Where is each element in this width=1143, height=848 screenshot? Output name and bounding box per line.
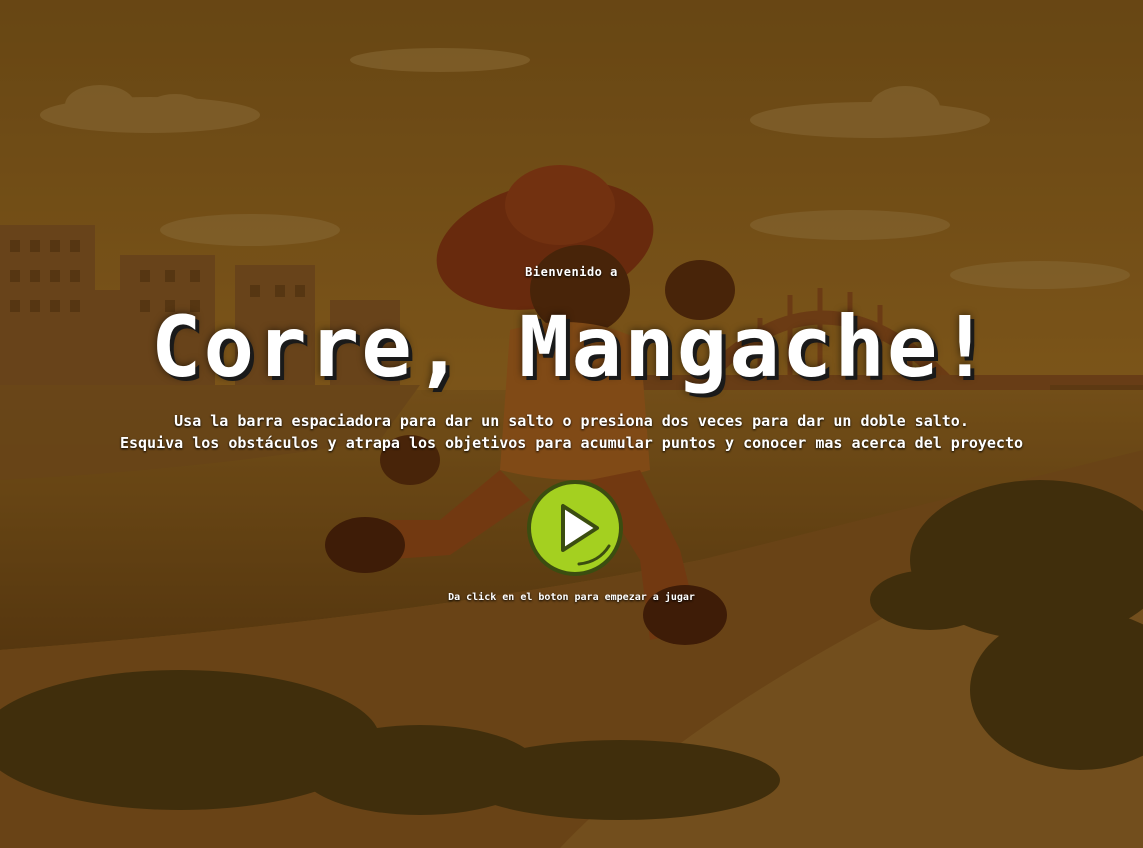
instruction-line-objectives: Esquiva los obstáculos y atrapa los obje… bbox=[119, 434, 1024, 452]
play-icon bbox=[561, 504, 611, 566]
instructions: Usa la barra espaciadora para dar un sal… bbox=[0, 410, 1143, 454]
game-title: Corre, Mangache! bbox=[150, 298, 993, 396]
instruction-line-jump: Usa la barra espaciadora para dar un sal… bbox=[174, 412, 969, 430]
play-hint: Da click en el boton para empezar a juga… bbox=[448, 592, 695, 603]
welcome-text: Bienvenido a bbox=[525, 265, 618, 279]
start-screen: Bienvenido a Corre, Mangache! Usa la bar… bbox=[0, 0, 1143, 848]
play-button[interactable] bbox=[527, 480, 623, 576]
